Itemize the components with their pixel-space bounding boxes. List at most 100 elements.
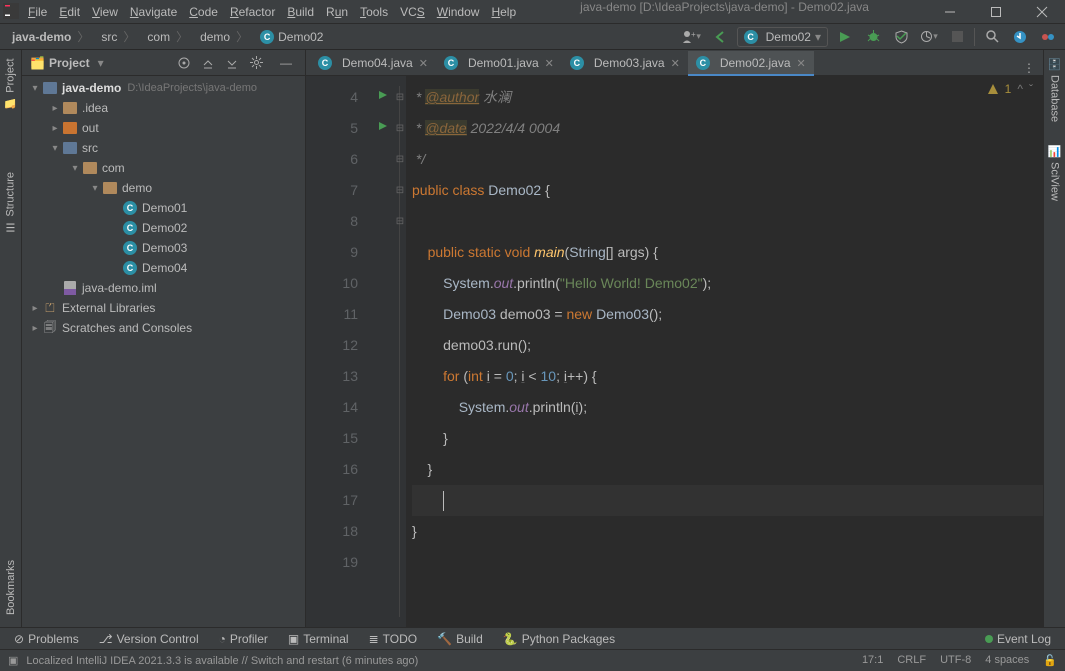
run-button[interactable] xyxy=(834,26,856,48)
tree-src[interactable]: ▾src xyxy=(22,138,305,158)
menu-refactor[interactable]: Refactor xyxy=(224,0,281,24)
package-icon: 🐍 xyxy=(503,632,518,646)
hammer-icon: 🔨 xyxy=(437,632,452,646)
tool-build[interactable]: 🔨Build xyxy=(427,628,493,649)
sync-button[interactable] xyxy=(1009,26,1031,48)
scratch-icon: 🗐 xyxy=(42,320,58,336)
maximize-button[interactable] xyxy=(973,0,1019,24)
readonly-icon[interactable]: 🔓 xyxy=(1043,654,1057,667)
tab-demo04[interactable]: Demo04.java✕ xyxy=(310,51,436,75)
tree-com[interactable]: ▾com xyxy=(22,158,305,178)
menu-vcs[interactable]: VCS xyxy=(394,0,431,24)
sidebar-database-tab[interactable]: 🗄️Database xyxy=(1048,52,1061,129)
app-icon xyxy=(0,0,22,22)
toolwindow-toggle-icon[interactable]: ▣ xyxy=(8,654,18,667)
project-tool-window: 🗂️ Project ▾ — ▾java-demoD:\IdeaProjects… xyxy=(22,50,306,627)
tab-demo02[interactable]: Demo02.java✕ xyxy=(688,51,814,75)
menu-build[interactable]: Build xyxy=(281,0,320,24)
class-icon xyxy=(744,30,758,44)
tab-demo01[interactable]: Demo01.java✕ xyxy=(436,51,562,75)
close-icon[interactable]: ✕ xyxy=(419,57,428,70)
close-icon[interactable]: ✕ xyxy=(797,57,806,70)
fold-gutter[interactable]: ⊟⊟⊟⊟⊟ xyxy=(394,76,406,627)
back-arrow-icon[interactable] xyxy=(709,26,731,48)
menu-edit[interactable]: Edit xyxy=(53,0,86,24)
close-icon[interactable]: ✕ xyxy=(545,57,554,70)
menu-window[interactable]: Window xyxy=(431,0,486,24)
crumb-demo[interactable]: demo〉 xyxy=(194,24,254,49)
status-bar: ▣ Localized IntelliJ IDEA 2021.3.3 is av… xyxy=(0,649,1065,671)
run-gutter[interactable] xyxy=(372,76,394,627)
sidebar-project-tab[interactable]: 📁Project xyxy=(4,52,17,116)
tree-demo[interactable]: ▾demo xyxy=(22,178,305,198)
tree-iml[interactable]: java-demo.iml xyxy=(22,278,305,298)
crumb-src[interactable]: src〉 xyxy=(95,24,141,49)
crumb-com[interactable]: com〉 xyxy=(141,24,194,49)
bottom-tool-bar: ⊘Problems ⎇Version Control ◔Profiler ▣Te… xyxy=(0,627,1065,649)
tool-profiler[interactable]: ◔Profiler xyxy=(209,628,278,649)
tool-python-packages[interactable]: 🐍Python Packages xyxy=(493,628,625,649)
caret-position[interactable]: 17:1 xyxy=(862,654,883,667)
tree-class-demo04[interactable]: Demo04 xyxy=(22,258,305,278)
ide-updates-button[interactable] xyxy=(1037,26,1059,48)
menu-code[interactable]: Code xyxy=(183,0,224,24)
menu-view[interactable]: View xyxy=(86,0,124,24)
tree-idea[interactable]: ▸.idea xyxy=(22,98,305,118)
close-button[interactable] xyxy=(1019,0,1065,24)
hide-panel-icon[interactable]: — xyxy=(275,52,297,74)
sidebar-structure-tab[interactable]: ☰Structure xyxy=(4,166,17,240)
project-tree: ▾java-demoD:\IdeaProjects\java-demo ▸.id… xyxy=(22,76,305,627)
profiler-icon: ◔ xyxy=(219,632,226,646)
crumb-class[interactable]: Demo02 xyxy=(254,24,329,49)
crumb-project[interactable]: java-demo〉 xyxy=(6,24,95,49)
expand-all-icon[interactable] xyxy=(197,52,219,74)
menubar: File Edit View Navigate Code Refactor Bu… xyxy=(22,0,522,24)
indent-setting[interactable]: 4 spaces xyxy=(985,654,1029,667)
file-encoding[interactable]: UTF-8 xyxy=(940,654,971,667)
status-message: Localized IntelliJ IDEA 2021.3.3 is avai… xyxy=(26,655,418,667)
tree-class-demo01[interactable]: Demo01 xyxy=(22,198,305,218)
tool-problems[interactable]: ⊘Problems xyxy=(4,628,89,649)
search-button[interactable] xyxy=(981,26,1003,48)
tool-todo[interactable]: ≣TODO xyxy=(359,628,428,649)
inspection-summary[interactable]: 1 ^ˇ xyxy=(987,82,1033,96)
code-content[interactable]: * @author 水澜 * @date 2022/4/4 0004 */pub… xyxy=(406,76,1043,627)
library-icon: ⏍ xyxy=(42,300,58,316)
tree-scratches[interactable]: ▸🗐Scratches and Consoles xyxy=(22,318,305,338)
line-separator[interactable]: CRLF xyxy=(897,654,926,667)
tree-external-libs[interactable]: ▸⏍External Libraries xyxy=(22,298,305,318)
warning-icon: ⊘ xyxy=(14,632,24,646)
project-icon: 🗂️ xyxy=(30,56,45,70)
project-panel-title[interactable]: 🗂️ Project ▾ xyxy=(30,56,104,70)
sidebar-bookmarks-tab[interactable]: Bookmarks xyxy=(5,554,17,621)
tool-event-log[interactable]: Event Log xyxy=(975,628,1061,649)
debug-button[interactable] xyxy=(862,26,884,48)
collapse-all-icon[interactable] xyxy=(221,52,243,74)
tool-version-control[interactable]: ⎇Version Control xyxy=(89,628,209,649)
profiler-button[interactable]: ▾ xyxy=(918,26,940,48)
menu-run[interactable]: Run xyxy=(320,0,354,24)
user-add-icon[interactable]: +▾ xyxy=(681,26,703,48)
minimize-button[interactable] xyxy=(927,0,973,24)
select-opened-file-icon[interactable] xyxy=(173,52,195,74)
menu-tools[interactable]: Tools xyxy=(354,0,394,24)
sidebar-sciview-tab[interactable]: 📊SciView xyxy=(1048,139,1061,207)
tree-out[interactable]: ▸out xyxy=(22,118,305,138)
run-config-selector[interactable]: Demo02 ▾ xyxy=(737,27,828,47)
tree-class-demo02[interactable]: Demo02 xyxy=(22,218,305,238)
terminal-icon: ▣ xyxy=(288,632,299,646)
tab-demo03[interactable]: Demo03.java✕ xyxy=(562,51,688,75)
code-editor[interactable]: 1 ^ˇ 45678910111213141516171819 ⊟⊟⊟⊟⊟ * … xyxy=(306,76,1043,627)
menu-navigate[interactable]: Navigate xyxy=(124,0,183,24)
menu-help[interactable]: Help xyxy=(485,0,522,24)
settings-icon[interactable] xyxy=(245,52,267,74)
tree-class-demo03[interactable]: Demo03 xyxy=(22,238,305,258)
menu-file[interactable]: File xyxy=(22,0,53,24)
todo-icon: ≣ xyxy=(369,632,379,646)
tool-terminal[interactable]: ▣Terminal xyxy=(278,628,359,649)
stop-button[interactable] xyxy=(946,26,968,48)
coverage-button[interactable] xyxy=(890,26,912,48)
close-icon[interactable]: ✕ xyxy=(671,57,680,70)
tree-root[interactable]: ▾java-demoD:\IdeaProjects\java-demo xyxy=(22,78,305,98)
tab-more-icon[interactable]: ⋮ xyxy=(1015,61,1043,75)
